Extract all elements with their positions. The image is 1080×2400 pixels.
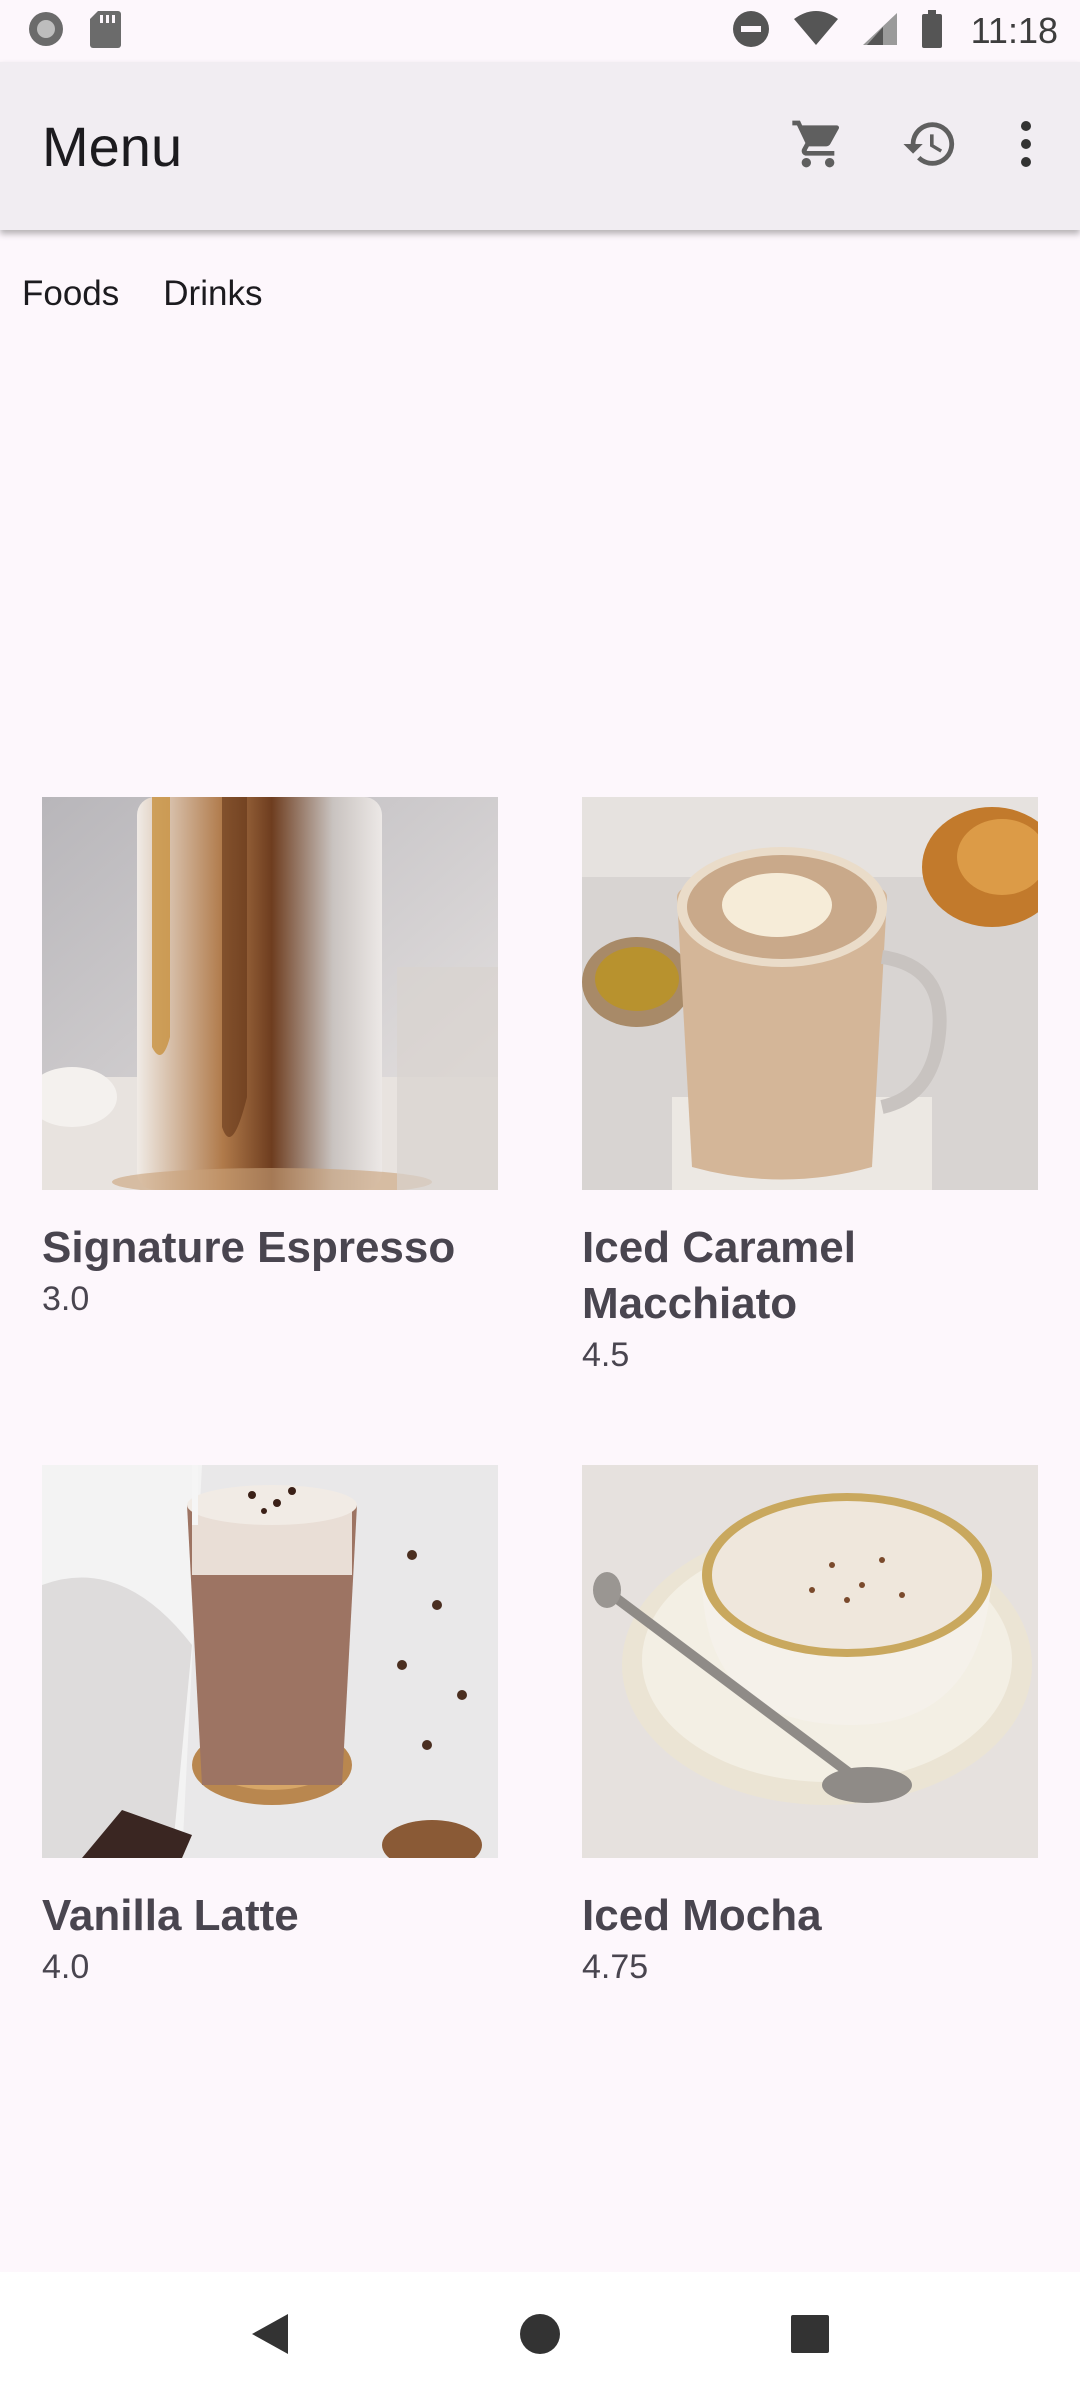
cart-button[interactable] [762,90,874,202]
tab-foods[interactable]: Foods [22,274,119,314]
product-name: Iced Caramel Macchiato [582,1223,856,1328]
record-icon [26,9,66,54]
home-icon [518,2312,562,2361]
do-not-disturb-icon [731,9,771,54]
product-price: 3.0 [42,1280,90,1318]
page-title: Menu [42,114,183,178]
product-card[interactable]: Iced Caramel Macchiato 4.5 [582,797,1038,1375]
status-time: 11:18 [970,10,1058,51]
product-price: 4.75 [582,1948,649,1986]
more-vert-icon [1016,120,1036,173]
tab-drinks[interactable]: Drinks [163,274,262,314]
system-nav-bar [0,2272,1080,2400]
recents-button[interactable] [740,2272,880,2400]
product-price: 4.5 [582,1336,630,1374]
product-card[interactable]: Signature Espresso 3.0 [42,797,498,1319]
top-app-bar: Menu [0,62,1080,230]
recents-icon [790,2314,830,2359]
product-image [42,1465,498,1858]
category-tabs: Foods Drinks [0,262,306,326]
sd-card-icon [88,9,122,54]
product-card[interactable]: Iced Mocha 4.75 [582,1465,1038,1987]
cart-icon [790,116,846,177]
history-icon [901,115,959,178]
history-button[interactable] [874,90,986,202]
battery-icon [921,9,943,53]
more-options-button[interactable] [986,90,1066,202]
home-button[interactable] [470,2272,610,2400]
product-card[interactable]: Vanilla Latte 4.0 [42,1465,498,1987]
status-bar: 11:18 [0,0,1080,62]
product-image [582,1465,1038,1858]
signal-icon [861,11,899,52]
product-name: Signature Espresso [42,1223,456,1272]
product-image [582,797,1038,1190]
product-name: Vanilla Latte [42,1891,299,1940]
product-name: Iced Mocha [582,1891,822,1940]
product-image [42,797,498,1190]
wifi-icon [793,10,839,52]
back-button[interactable] [200,2272,340,2400]
back-icon [250,2312,290,2361]
product-price: 4.0 [42,1948,90,1986]
